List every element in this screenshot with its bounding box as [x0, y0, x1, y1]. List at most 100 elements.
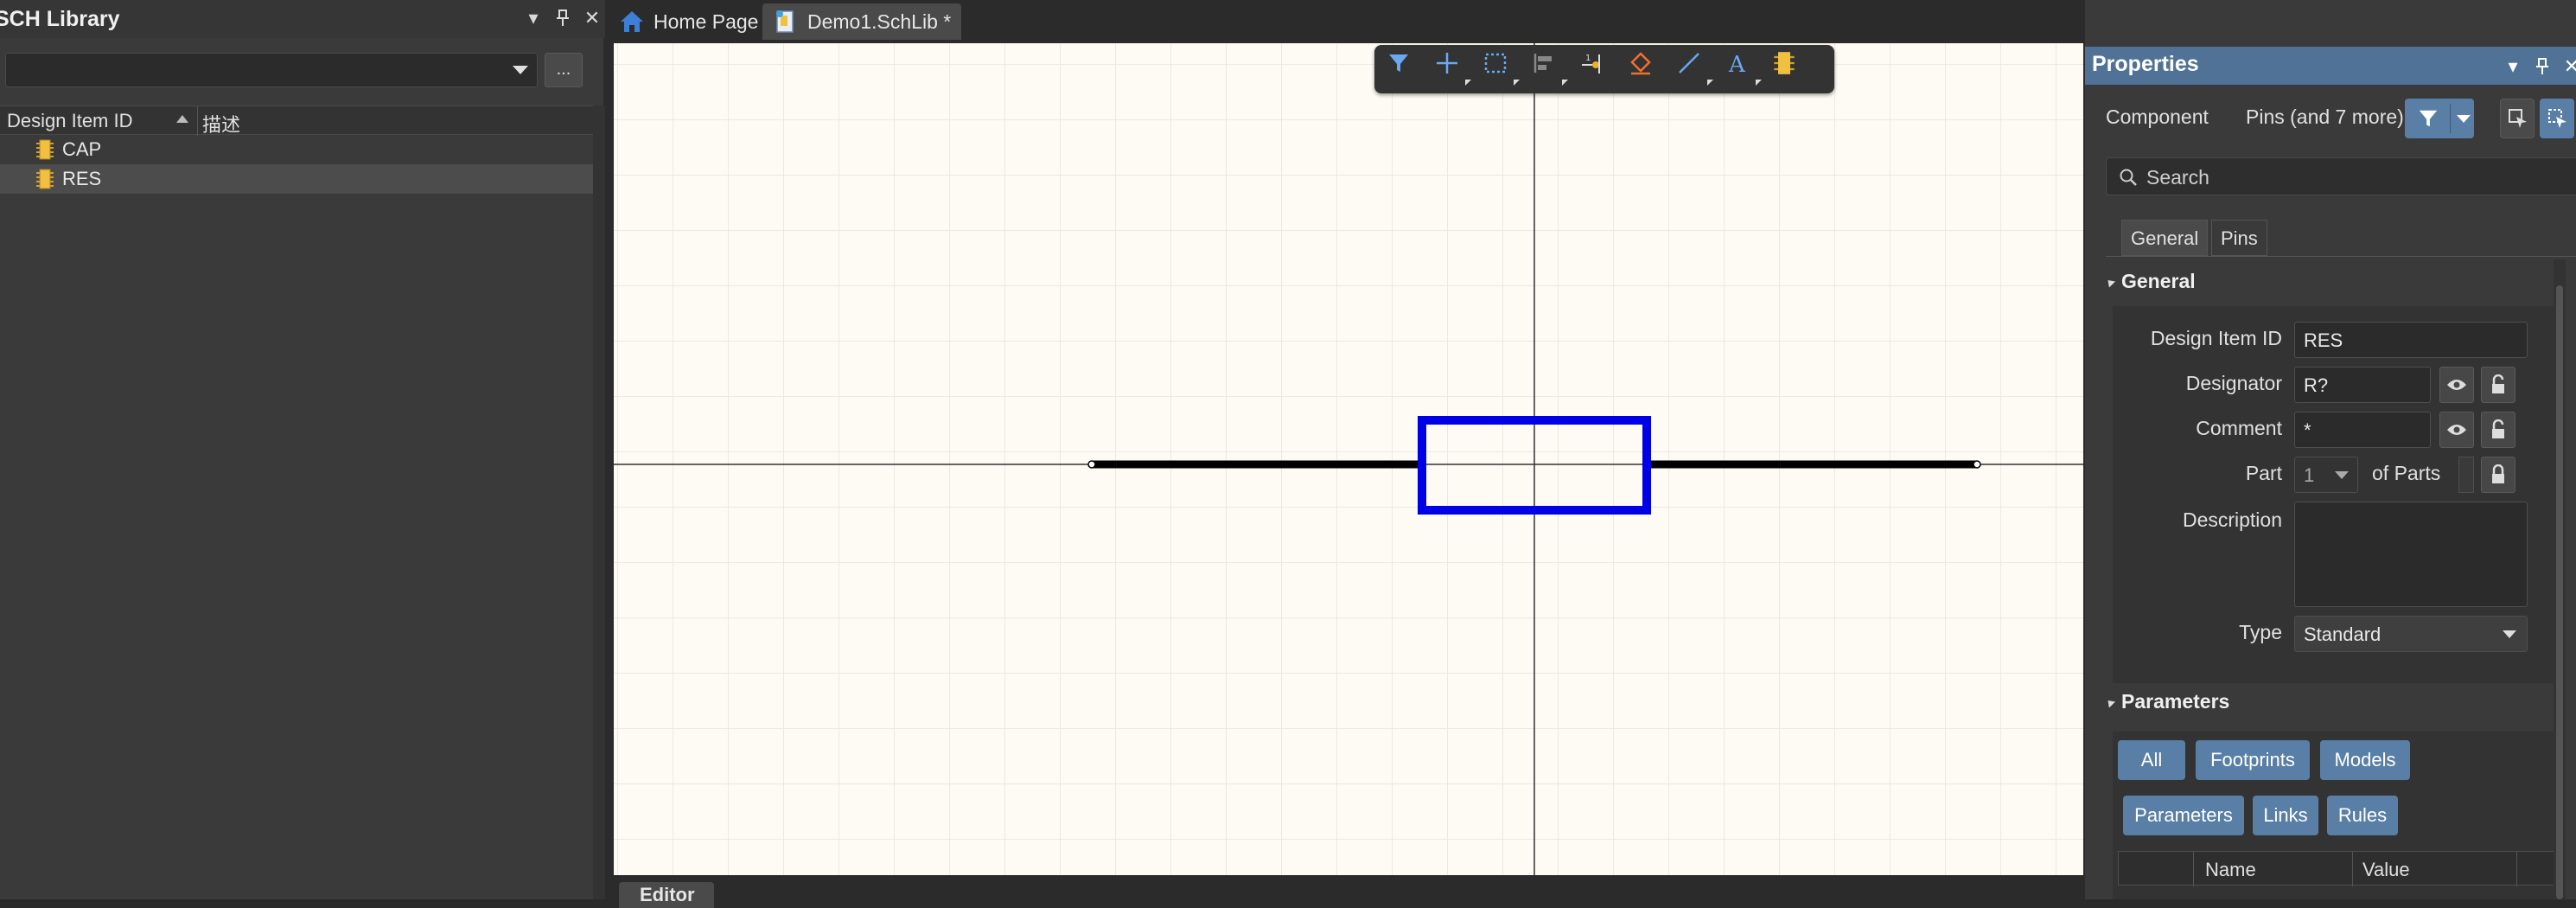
move-tool-button[interactable] [1435, 51, 1471, 87]
text-tool-button[interactable]: A [1725, 51, 1762, 87]
type-select[interactable]: Standard [2294, 616, 2528, 652]
library-item-row-selected[interactable]: RES [0, 164, 593, 194]
close-icon[interactable]: ✕ [2560, 54, 2576, 80]
parameters-table-header: Name Value [2118, 851, 2562, 886]
search-input[interactable]: Search [2106, 157, 2576, 195]
fill-tool-button[interactable] [1629, 51, 1665, 87]
align-tool-button[interactable] [1532, 51, 1568, 87]
design-item-id-field[interactable]: RES [2294, 322, 2528, 358]
tab-general[interactable]: General [2121, 220, 2209, 256]
comment-visibility-button[interactable] [2439, 412, 2474, 448]
column-header-design-item-id[interactable]: Design Item ID [7, 110, 133, 132]
tab-label: Demo1.SchLib * [807, 10, 952, 33]
panel-header: SCH Library ▾ ✕ [0, 0, 605, 38]
library-filter-select[interactable] [5, 53, 538, 87]
filter-rules-button[interactable]: Rules [2327, 796, 2398, 835]
document-tab-bar: Home Page Demo1.SchLib * [607, 0, 2083, 43]
eye-icon [2447, 425, 2466, 435]
pin-icon[interactable] [552, 5, 574, 31]
column-header-value[interactable]: Value [2362, 859, 2410, 881]
schematic-canvas[interactable]: 1 A [614, 43, 2083, 875]
part-select[interactable]: 1 [2294, 457, 2358, 493]
tab-editor[interactable]: Editor [619, 882, 714, 908]
panel-title: SCH Library [0, 7, 120, 31]
column-separator[interactable] [2516, 852, 2517, 886]
move-cross-icon [1437, 53, 1457, 74]
tab-pins[interactable]: Pins [2211, 220, 2267, 256]
text-icon: A [1728, 52, 1746, 75]
component-icon [36, 169, 54, 189]
designator-field[interactable]: R? [2294, 367, 2431, 403]
part-value: 1 [2304, 464, 2315, 486]
design-item-id-label: Design Item ID [2150, 327, 2282, 349]
designator-label: Designator [2185, 372, 2282, 394]
schematic-drawing [614, 43, 2083, 875]
component-tool-button[interactable] [1774, 51, 1810, 87]
select-button[interactable] [2540, 99, 2574, 138]
svg-text:1: 1 [1585, 54, 1591, 63]
part-count-spinner[interactable] [2458, 457, 2474, 493]
section-parameters-header[interactable]: Parameters [2104, 690, 2229, 713]
tab-demo1-schlib[interactable]: Demo1.SchLib * [762, 3, 962, 40]
schlib-document-icon [776, 10, 794, 33]
of-parts-label: of Parts [2372, 462, 2441, 484]
section-general-header[interactable]: General [2104, 270, 2196, 293]
column-header-description[interactable]: 描述 [202, 110, 240, 137]
filter-all-button[interactable]: All [2118, 740, 2185, 780]
filter-links-button[interactable]: Links [2253, 796, 2318, 835]
part-lock-button[interactable] [2481, 457, 2515, 493]
column-separator[interactable] [2193, 852, 2194, 886]
library-item-row[interactable]: CAP [0, 135, 593, 164]
tab-home-page[interactable]: Home Page [619, 3, 758, 40]
selection-filter-row: Component Pins (and 7 more) [2085, 95, 2576, 140]
column-header-name[interactable]: Name [2205, 859, 2256, 881]
unlock-icon [2492, 419, 2504, 438]
chevron-down-icon [513, 66, 528, 74]
select-rectangle-icon [1484, 53, 1507, 74]
object-kind-label: Component [2106, 106, 2209, 128]
search-placeholder: Search [2146, 166, 2209, 189]
designator-visibility-button[interactable] [2439, 367, 2474, 403]
comment-lock-button[interactable] [2481, 412, 2515, 448]
place-pin-button[interactable]: 1 [1580, 51, 1616, 87]
collapse-triangle-icon [2104, 697, 2116, 708]
comment-field[interactable]: * [2294, 412, 2431, 448]
left-panel-scrollbar[interactable] [593, 106, 605, 899]
filter-tool-button[interactable] [1387, 51, 1423, 87]
home-icon [621, 11, 643, 32]
more-button[interactable]: ... [545, 53, 583, 87]
pin-icon[interactable] [2531, 54, 2554, 80]
panel-menu-icon[interactable]: ▾ [2502, 54, 2524, 80]
filter-summary-label: Pins (and 7 more) [2246, 106, 2404, 128]
chevron-down-icon [2335, 471, 2349, 479]
panel-header: Properties ▾ ✕ [2085, 47, 2576, 85]
scrollbar-thumb[interactable] [2556, 285, 2563, 899]
lock-icon [2492, 464, 2504, 483]
properties-scrollbar[interactable] [2554, 259, 2566, 899]
editor-tab-strip: Editor [607, 875, 2083, 908]
pin-right-end [1973, 460, 1981, 469]
filter-footprints-button[interactable]: Footprints [2196, 740, 2310, 780]
library-item-id: CAP [62, 138, 102, 160]
panel-title: Properties [2092, 52, 2199, 76]
column-separator[interactable] [2352, 852, 2353, 886]
eye-icon [2447, 380, 2466, 390]
panel-menu-icon[interactable]: ▾ [522, 5, 545, 31]
filter-dropdown-button[interactable] [2405, 99, 2474, 138]
component-icon [36, 139, 54, 160]
comment-label: Comment [2196, 417, 2282, 439]
filter-models-button[interactable]: Models [2320, 740, 2410, 780]
designator-lock-button[interactable] [2481, 367, 2515, 403]
place-pin-icon: 1 [1582, 54, 1600, 74]
part-label: Part [2245, 462, 2282, 484]
search-icon [2120, 169, 2137, 186]
select-overlapped-button[interactable] [2500, 99, 2535, 138]
close-icon[interactable]: ✕ [581, 5, 603, 31]
line-tool-button[interactable] [1677, 51, 1713, 87]
column-separator[interactable] [197, 106, 198, 136]
library-table-header: Design Item ID 描述 [0, 106, 593, 137]
description-textarea[interactable] [2294, 502, 2528, 607]
chevron-down-icon [2457, 115, 2471, 123]
select-tool-button[interactable] [1483, 51, 1520, 87]
filter-parameters-button[interactable]: Parameters [2123, 796, 2244, 835]
